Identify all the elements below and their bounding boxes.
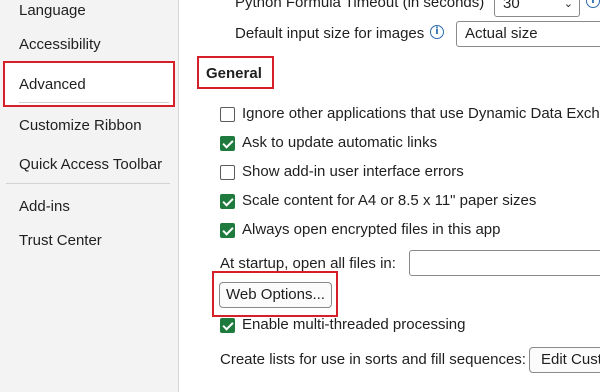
default-image-size-label: Default input size for images <box>235 25 425 42</box>
sidebar-item-customize-ribbon[interactable]: Customize Ribbon <box>19 116 142 136</box>
update-links-checkbox[interactable] <box>220 136 235 151</box>
multithread-label[interactable]: Enable multi-threaded processing <box>242 315 465 335</box>
python-timeout-label: Python Formula Timeout (in seconds) <box>235 0 485 11</box>
chevron-down-icon: ⌄ <box>563 0 573 10</box>
sidebar-item-quick-access-toolbar[interactable]: Quick Access Toolbar <box>19 155 162 175</box>
info-icon[interactable]: i <box>586 0 600 8</box>
python-timeout-value: 30 <box>503 0 520 12</box>
edit-custom-lists-button[interactable]: Edit Cust <box>529 347 600 373</box>
addin-errors-label[interactable]: Show add-in user interface errors <box>242 162 464 182</box>
selection-underline <box>19 102 169 103</box>
ignore-dde-label[interactable]: Ignore other applications that use Dynam… <box>242 104 600 124</box>
open-encrypted-label[interactable]: Always open encrypted files in this app <box>242 220 500 240</box>
multithread-checkbox[interactable] <box>220 318 235 333</box>
sidebar-divider <box>6 183 170 184</box>
python-timeout-spinner[interactable]: 30 ⌄ <box>494 0 580 17</box>
info-icon[interactable]: i <box>430 25 444 39</box>
sidebar-item-add-ins[interactable]: Add-ins <box>19 197 70 217</box>
default-image-size-value: Actual size <box>465 25 538 42</box>
web-options-button[interactable]: Web Options... <box>219 282 332 308</box>
general-section-highlight: General <box>197 56 274 89</box>
sidebar-item-trust-center[interactable]: Trust Center <box>19 231 102 251</box>
scale-content-checkbox[interactable] <box>220 194 235 209</box>
section-title: General <box>206 65 262 82</box>
sidebar-item-advanced[interactable]: Advanced <box>3 61 175 107</box>
default-image-size-dropdown[interactable]: Actual size <box>456 21 600 47</box>
custom-lists-label: Create lists for use in sorts and fill s… <box>220 351 526 368</box>
ignore-dde-checkbox[interactable] <box>220 107 235 122</box>
sidebar-item-accessibility[interactable]: Accessibility <box>19 35 101 55</box>
advanced-options-panel: Python Formula Timeout (in seconds) 30 ⌄… <box>179 0 600 392</box>
web-options-highlight: Web Options... <box>212 271 338 317</box>
sidebar-item-language[interactable]: Language <box>19 1 86 21</box>
sidebar-item-label: Advanced <box>19 76 86 93</box>
scale-content-label[interactable]: Scale content for A4 or 8.5 x 11" paper … <box>242 191 536 211</box>
update-links-label[interactable]: Ask to update automatic links <box>242 133 437 153</box>
startup-folder-input[interactable] <box>409 250 600 276</box>
addin-errors-checkbox[interactable] <box>220 165 235 180</box>
options-sidebar: Language Accessibility Advanced Customiz… <box>0 0 179 392</box>
open-encrypted-checkbox[interactable] <box>220 223 235 238</box>
